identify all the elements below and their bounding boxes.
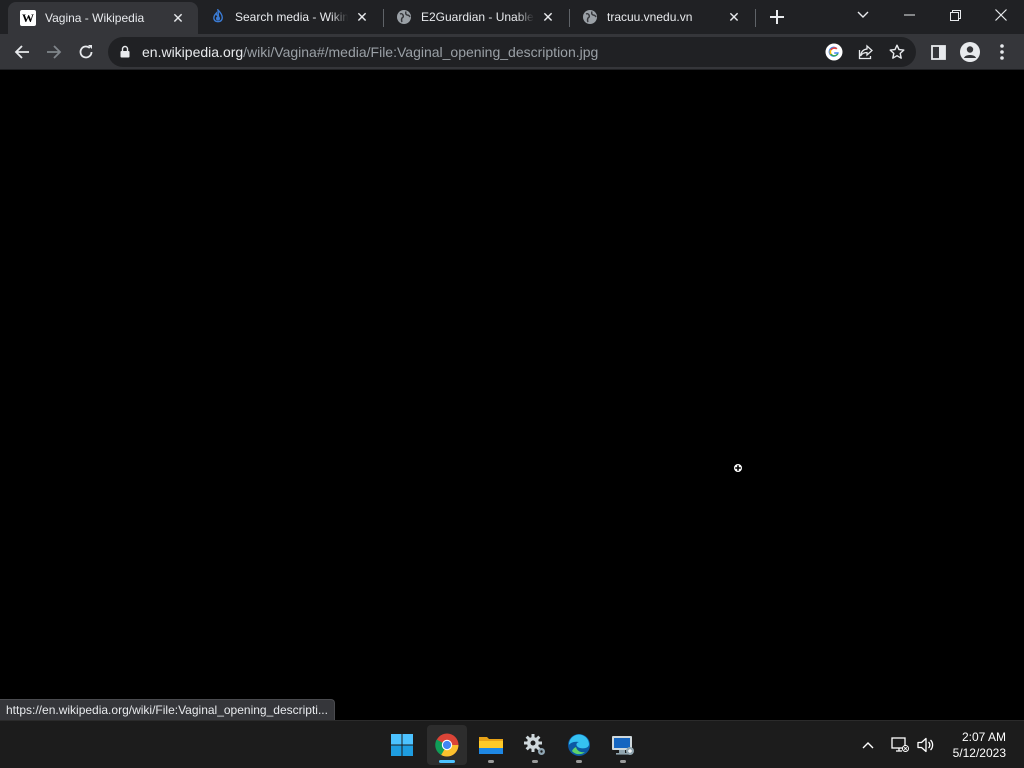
running-indicator (439, 760, 455, 763)
running-indicator (576, 760, 582, 763)
edge-icon (568, 734, 590, 756)
taskbar-file-explorer-button[interactable] (471, 725, 511, 765)
url-host: en.wikipedia.org (142, 44, 244, 60)
settings-icon (524, 734, 545, 755)
new-tab-button[interactable] (764, 5, 790, 29)
start-icon (391, 734, 413, 756)
close-tab-icon[interactable]: ✕ (170, 10, 186, 26)
close-tab-icon[interactable]: ✕ (726, 9, 742, 25)
profile-avatar-icon[interactable] (958, 40, 982, 64)
windows-taskbar: 2:07 AM 5/12/2023 (0, 720, 1024, 768)
file-explorer-icon (479, 737, 503, 754)
chrome-menu-icon[interactable] (990, 40, 1014, 64)
tab-title: Search media - Wikimedia Commons (235, 10, 348, 24)
running-indicator (532, 760, 538, 763)
close-tab-icon[interactable]: ✕ (540, 9, 556, 25)
minimize-button[interactable] (886, 0, 932, 30)
side-panel-icon[interactable] (926, 40, 950, 64)
running-indicator (488, 760, 494, 763)
lock-icon[interactable] (120, 45, 130, 63)
globe-icon (582, 9, 598, 25)
address-bar[interactable]: en.wikipedia.org/wiki/Vagina#/media/File… (108, 37, 916, 67)
clock-date: 5/12/2023 (952, 746, 1006, 760)
wikipedia-icon: W (20, 10, 36, 26)
share-icon[interactable] (856, 42, 876, 62)
close-window-button[interactable] (978, 0, 1024, 30)
wikimedia-icon (210, 9, 226, 25)
show-hidden-icons-chevron-icon[interactable] (856, 721, 880, 768)
chrome-icon (435, 733, 459, 757)
taskbar-settings-button[interactable] (515, 725, 555, 765)
mouse-cursor-icon (733, 460, 743, 473)
page-content-viewer[interactable] (0, 70, 1024, 720)
tab-search-media[interactable]: Search media - Wikimedia Commons ✕ (198, 0, 382, 34)
reload-button[interactable] (72, 38, 100, 66)
system-clock[interactable]: 2:07 AM 5/12/2023 (953, 729, 1006, 761)
taskbar-remote-desktop-button[interactable] (603, 725, 643, 765)
bookmark-star-icon[interactable] (887, 42, 907, 62)
tab-title: E2Guardian - Unable to load page (421, 10, 534, 24)
clock-time: 2:07 AM (961, 730, 1006, 744)
tab-strip: W Vagina - Wikipedia ✕ Search media - Wi… (0, 0, 1024, 34)
start-button[interactable] (382, 725, 422, 765)
url-text[interactable]: en.wikipedia.org/wiki/Vagina#/media/File… (142, 37, 598, 67)
link-status-bubble: https://en.wikipedia.org/wiki/File:Vagin… (0, 699, 335, 720)
close-tab-icon[interactable]: ✕ (354, 9, 370, 25)
tab-tracuu-vnedu[interactable]: tracuu.vnedu.vn ✕ (570, 0, 754, 34)
network-icon[interactable] (888, 721, 912, 768)
back-button[interactable] (8, 38, 36, 66)
taskbar-edge-button[interactable] (559, 725, 599, 765)
tab-search-chevron-icon[interactable] (840, 0, 886, 30)
forward-button[interactable] (40, 38, 68, 66)
remote-desktop-icon (612, 736, 634, 755)
running-indicator (620, 760, 626, 763)
tab-e2guardian[interactable]: E2Guardian - Unable to load page ✕ (384, 0, 568, 34)
tab-vagina-wikipedia[interactable]: W Vagina - Wikipedia ✕ (8, 2, 198, 34)
tab-separator (755, 9, 756, 27)
volume-icon[interactable] (914, 721, 938, 768)
browser-toolbar: en.wikipedia.org/wiki/Vagina#/media/File… (0, 34, 1024, 70)
google-lens-icon[interactable] (824, 42, 844, 62)
tab-title: tracuu.vnedu.vn (607, 10, 693, 24)
globe-icon (396, 9, 412, 25)
restore-button[interactable] (932, 0, 978, 30)
url-path: /wiki/Vagina#/media/File:Vaginal_opening… (243, 44, 599, 60)
taskbar-chrome-button[interactable] (427, 725, 467, 765)
tab-title: Vagina - Wikipedia (45, 11, 145, 25)
